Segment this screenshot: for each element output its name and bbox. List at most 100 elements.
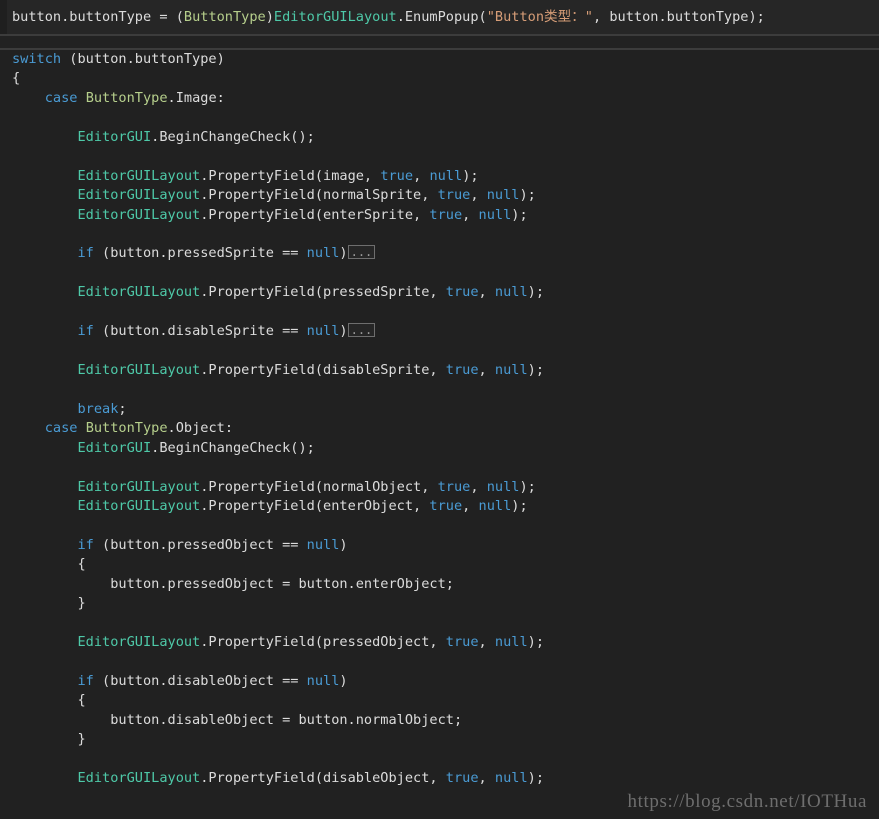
code-line[interactable]: button.pressedObject = button.enterObjec… [0,575,879,594]
code-line[interactable]: if (button.disableObject == null) [0,672,879,691]
code-line[interactable] [0,147,879,166]
code-line[interactable]: case ButtonType.Image: [0,89,879,108]
code-line[interactable]: EditorGUILayout.PropertyField(pressedObj… [0,633,879,652]
code-token: switch [12,51,62,67]
code-token: button.disableObject = button.normalObje… [110,711,463,728]
code-token: , [478,634,495,651]
code-token: EditorGUILayout [77,167,201,184]
code-token: if [77,536,94,553]
code-token: .PropertyField(pressedSprite, [200,284,446,301]
code-line[interactable]: break; [0,400,879,419]
code-line[interactable]: EditorGUILayout.PropertyField(disableSpr… [0,361,879,380]
collapsed-region-box[interactable]: ... [347,323,376,338]
code-line[interactable] [0,342,879,361]
code-token: EditorGUI [77,128,152,145]
code-token: true [445,770,479,787]
code-token: null [478,206,512,223]
code-token: EditorGUILayout [77,634,201,651]
code-line[interactable]: EditorGUILayout.PropertyField(normalSpri… [0,186,879,205]
code-token: , [413,167,430,184]
code-line[interactable] [0,303,879,322]
code-line[interactable]: { [0,555,879,574]
collapsed-region-box[interactable]: ... [347,245,376,260]
code-token: , [478,284,495,301]
code-line[interactable]: switch (button.buttonType) [0,50,879,69]
code-line[interactable]: case ButtonType.Object: [0,419,879,438]
code-token: = [159,9,176,25]
code-line[interactable] [0,750,879,769]
code-editor[interactable]: button.buttonType = (ButtonType)EditorGU… [0,0,879,819]
code-token: ButtonType [85,89,168,106]
code-token: , [478,362,495,378]
code-token: { [12,70,21,87]
code-token: ( [175,9,184,25]
code-token: null [306,673,340,689]
code-line[interactable] [0,380,879,399]
sticky-header-code-line[interactable]: button.buttonType = (ButtonType)EditorGU… [0,7,765,28]
code-line[interactable] [0,225,879,244]
code-token: .BeginChangeCheck(); [151,439,315,456]
code-token: { [77,692,86,709]
code-line[interactable]: EditorGUILayout.PropertyField(normalObje… [0,478,879,497]
code-line[interactable]: EditorGUI.BeginChangeCheck(); [0,128,879,147]
code-token: .BeginChangeCheck(); [151,128,315,145]
code-token: .PropertyField(normalSprite, [200,187,438,204]
code-token: case [44,420,78,437]
code-token: if [77,673,94,689]
code-token: true [445,362,479,378]
code-line[interactable] [0,458,879,477]
sticky-header-band [0,36,879,48]
code-line[interactable]: button.disableObject = button.normalObje… [0,711,879,730]
code-token: ) [339,673,348,689]
code-token: EditorGUILayout [273,9,397,25]
code-body[interactable]: switch (button.buttonType){ case ButtonT… [0,50,879,819]
code-line[interactable]: EditorGUILayout.PropertyField(pressedSpr… [0,283,879,302]
code-line[interactable]: { [0,691,879,710]
code-line[interactable] [0,108,879,127]
code-line[interactable]: EditorGUILayout.PropertyField(enterObjec… [0,497,879,516]
code-token: ); [462,167,479,184]
code-token: ) [339,323,348,340]
code-token: ButtonType [183,9,266,25]
code-line[interactable] [0,614,879,633]
code-line[interactable]: EditorGUILayout.PropertyField(image, tru… [0,167,879,186]
code-token: null [494,362,528,378]
code-line[interactable]: if (button.pressedObject == null) [0,536,879,555]
code-token: EditorGUILayout [77,187,201,204]
code-line[interactable] [0,264,879,283]
code-line[interactable] [0,517,879,536]
code-line[interactable]: { [0,69,879,88]
code-line[interactable]: if (button.disableSprite == null)... [0,322,879,341]
code-token: .EnumPopup( [396,9,487,25]
code-line[interactable]: if (button.pressedSprite == null)... [0,244,879,263]
code-token: .PropertyField(enterObject, [200,498,430,515]
code-token: } [77,731,86,748]
code-token: null [306,536,340,553]
code-token: } [77,595,86,612]
code-token: if [77,245,94,262]
code-line[interactable] [0,653,879,672]
code-token: (button.disableObject == [93,673,307,689]
code-token: , [462,498,479,515]
code-line[interactable]: EditorGUILayout.PropertyField(enterSprit… [0,206,879,225]
code-line[interactable]: } [0,594,879,613]
code-token: true [380,167,414,184]
code-line[interactable]: EditorGUI.BeginChangeCheck(); [0,439,879,458]
code-token: ); [527,770,545,787]
code-token: ButtonType [85,420,168,437]
code-token: (button.disableSprite == [93,323,307,340]
code-line[interactable]: } [0,730,879,749]
code-line[interactable]: EditorGUILayout.PropertyField(disableObj… [0,769,879,788]
